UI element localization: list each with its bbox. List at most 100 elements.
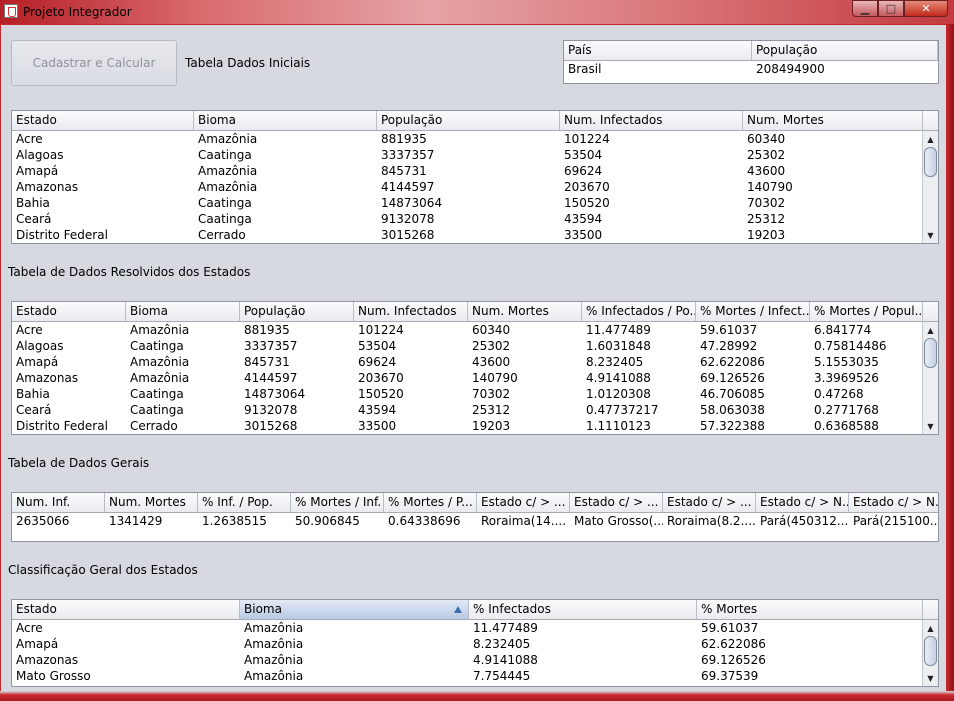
column-header-label: Num. Infectados bbox=[358, 304, 457, 318]
column-header[interactable]: Estado c/ > N... bbox=[849, 493, 939, 512]
column-header-label: Estado c/ > N... bbox=[853, 495, 939, 509]
table-cell: 25302 bbox=[472, 339, 511, 353]
table-row[interactable]: Distrito Federal Cerrado 3015268 33500 19203 bbox=[12, 227, 923, 243]
table-cell: 0.64338696 bbox=[388, 514, 461, 528]
table-cell: 11.477489 bbox=[586, 323, 651, 337]
scroll-thumb[interactable] bbox=[924, 338, 937, 368]
table-row[interactable]: Amazonas Amazônia 4.9141088 69.126526 bbox=[12, 652, 924, 668]
table-cell: Amazônia bbox=[198, 164, 258, 178]
dados-gerais-table[interactable]: Num. Inf. Num. Mortes % Inf. / Pop. % Morte… bbox=[11, 492, 939, 542]
column-header[interactable]: % Mortes / Popul... bbox=[810, 302, 924, 321]
table-cell: Amazonas bbox=[16, 180, 79, 194]
table-row[interactable]: 2635066 1341429 1.2638515 50.906845 0.643386… bbox=[12, 513, 938, 529]
column-header[interactable]: População bbox=[752, 41, 938, 60]
table-cell: Bahia bbox=[16, 387, 50, 401]
table-cell: 62.622086 bbox=[700, 355, 765, 369]
window-title: Projeto Integrador bbox=[23, 5, 132, 19]
vertical-scrollbar[interactable]: ▲ ▼ bbox=[922, 620, 938, 686]
table-row[interactable]: Amazonas Amazônia 4144597 203670 140790 bbox=[12, 179, 923, 195]
cadastrar-calcular-button[interactable]: Cadastrar e Calcular bbox=[11, 40, 177, 86]
scroll-down-icon[interactable]: ▼ bbox=[923, 419, 938, 433]
close-button[interactable]: ✕ bbox=[904, 0, 948, 17]
column-header[interactable]: Num. Infectados bbox=[354, 302, 468, 321]
column-header-label: Num. Infectados bbox=[564, 113, 663, 127]
table-cell: 150520 bbox=[564, 196, 610, 210]
table-cell: 101224 bbox=[358, 323, 404, 337]
column-header-label: % Mortes / Infect... bbox=[700, 304, 810, 318]
column-header[interactable]: Bioma bbox=[240, 600, 469, 619]
table-row[interactable]: Alagoas Caatinga 3337357 53504 25302 1.603184… bbox=[12, 338, 924, 354]
table-row[interactable]: Amazonas Amazônia 4144597 203670 140790 4.914… bbox=[12, 370, 924, 386]
column-header[interactable]: Num. Mortes bbox=[743, 111, 923, 130]
column-header[interactable]: % Infectados / Po... bbox=[582, 302, 696, 321]
table-row[interactable]: Brasil 208494900 bbox=[564, 61, 938, 77]
column-header[interactable]: % Mortes / Inf. bbox=[291, 493, 384, 512]
table-cell: 4.9141088 bbox=[473, 653, 538, 667]
minimize-button[interactable]: ▁ bbox=[852, 0, 878, 17]
table-cell: 59.61037 bbox=[701, 621, 759, 635]
dados-iniciais-table[interactable]: Estado Bioma População Num. Infectados Num. … bbox=[11, 110, 939, 244]
scroll-up-icon[interactable]: ▲ bbox=[923, 323, 938, 337]
scroll-up-icon[interactable]: ▲ bbox=[923, 132, 938, 146]
table-cell: 33500 bbox=[564, 228, 603, 242]
table-row[interactable]: Acre Amazônia 881935 101224 60340 bbox=[12, 131, 923, 147]
column-header-label: Num. Mortes bbox=[109, 495, 186, 509]
window-titlebar[interactable]: Projeto Integrador ▁ □ ✕ bbox=[0, 0, 954, 24]
dados-resolvidos-table[interactable]: Estado Bioma População Num. Infectados Num. … bbox=[11, 301, 939, 435]
column-header[interactable]: Estado c/ > N... bbox=[756, 493, 849, 512]
column-header[interactable]: População bbox=[377, 111, 560, 130]
table-row[interactable]: Alagoas Caatinga 3337357 53504 25302 bbox=[12, 147, 923, 163]
column-header[interactable]: País bbox=[564, 41, 752, 60]
scroll-thumb[interactable] bbox=[924, 147, 937, 177]
table-row[interactable]: Bahia Caatinga 14873064 150520 70302 bbox=[12, 195, 923, 211]
table-row[interactable]: Amapá Amazônia 845731 69624 43600 8.232405 62.… bbox=[12, 354, 924, 370]
column-header[interactable]: Bioma bbox=[126, 302, 240, 321]
column-header[interactable]: % Infectados bbox=[469, 600, 697, 619]
column-header-label: População bbox=[756, 43, 818, 57]
table-row[interactable]: Amapá Amazônia 8.232405 62.622086 bbox=[12, 636, 924, 652]
column-header[interactable]: % Mortes / P... bbox=[384, 493, 477, 512]
column-header[interactable]: Num. Mortes bbox=[468, 302, 582, 321]
table-cell: 43594 bbox=[564, 212, 603, 226]
table-row[interactable]: Acre Amazônia 11.477489 59.61037 bbox=[12, 620, 924, 636]
table-cell: 140790 bbox=[747, 180, 793, 194]
table-cell: 19203 bbox=[747, 228, 786, 242]
table-cell: Amazonas bbox=[16, 653, 79, 667]
scroll-down-icon[interactable]: ▼ bbox=[923, 671, 938, 685]
column-header[interactable]: Estado c/ > ... bbox=[663, 493, 756, 512]
scroll-down-icon[interactable]: ▼ bbox=[923, 228, 938, 242]
scroll-thumb[interactable] bbox=[924, 636, 937, 666]
table-row[interactable]: Ceará Caatinga 9132078 43594 25312 0.47737217… bbox=[12, 402, 924, 418]
column-header[interactable]: Estado bbox=[12, 111, 194, 130]
column-header[interactable]: Estado c/ > ... bbox=[570, 493, 663, 512]
table-cell: 208494900 bbox=[756, 62, 825, 76]
column-header-label: % Infectados bbox=[473, 602, 551, 616]
table-row[interactable]: Distrito Federal Cerrado 3015268 33500 19203… bbox=[12, 418, 924, 434]
classificacao-table[interactable]: Estado Bioma % Infectados % Mortes Acre Amazô… bbox=[11, 599, 939, 687]
vertical-scrollbar[interactable]: ▲ ▼ bbox=[922, 322, 938, 434]
table-cell: 4.9141088 bbox=[586, 371, 651, 385]
table-row[interactable]: Ceará Caatinga 9132078 43594 25312 bbox=[12, 211, 923, 227]
column-header[interactable]: Num. Mortes bbox=[105, 493, 198, 512]
table-row[interactable]: Amapá Amazônia 845731 69624 43600 bbox=[12, 163, 923, 179]
vertical-scrollbar[interactable]: ▲ ▼ bbox=[922, 131, 938, 243]
column-header[interactable]: % Mortes bbox=[697, 600, 924, 619]
table-row[interactable]: Bahia Caatinga 14873064 150520 70302 1.012030… bbox=[12, 386, 924, 402]
pais-table[interactable]: País População Brasil 208494900 bbox=[563, 40, 939, 84]
maximize-button[interactable]: □ bbox=[878, 0, 904, 17]
column-header[interactable]: Num. Inf. bbox=[12, 493, 105, 512]
scroll-up-icon[interactable]: ▲ bbox=[923, 621, 938, 635]
column-header[interactable]: % Inf. / Pop. bbox=[198, 493, 291, 512]
table-cell: Amazônia bbox=[130, 323, 190, 337]
column-header[interactable]: Estado bbox=[12, 600, 240, 619]
table-row[interactable]: Acre Amazônia 881935 101224 60340 11.477489 59… bbox=[12, 322, 924, 338]
column-header[interactable]: Num. Infectados bbox=[560, 111, 743, 130]
table-row[interactable]: Mato Grosso Amazônia 7.754445 69.37539 bbox=[12, 668, 924, 684]
column-header[interactable]: Bioma bbox=[194, 111, 377, 130]
tabela-dados-iniciais-label: Tabela Dados Iniciais bbox=[185, 56, 311, 70]
column-header[interactable]: Estado bbox=[12, 302, 126, 321]
column-header[interactable]: Estado c/ > ... bbox=[477, 493, 570, 512]
table-cell: Ceará bbox=[16, 212, 52, 226]
column-header[interactable]: % Mortes / Infect... bbox=[696, 302, 810, 321]
column-header[interactable]: População bbox=[240, 302, 354, 321]
